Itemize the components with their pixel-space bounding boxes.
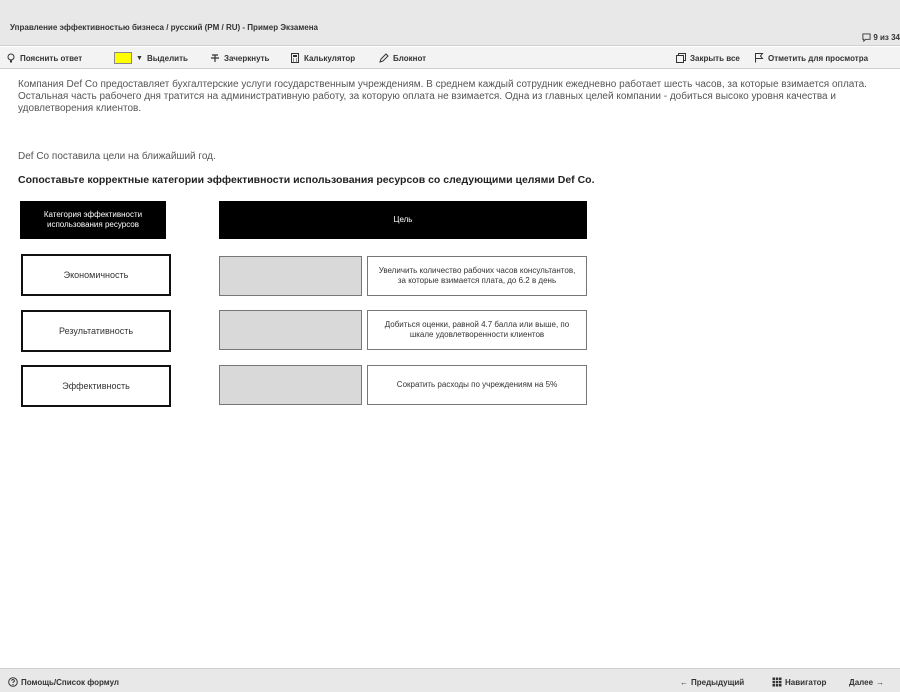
lightbulb-icon (7, 53, 15, 63)
strikethrough-icon (211, 54, 219, 62)
pencil-icon (379, 53, 389, 63)
help-label: Помощь/Список формул (21, 677, 120, 687)
flag-for-review-label: Отметить для просмотра (768, 53, 869, 63)
navigator-label: Навигатор (785, 677, 827, 687)
strikethrough-button[interactable]: Зачеркнуть (210, 51, 269, 65)
goal-1: Увеличить количество рабочих часов консу… (367, 256, 587, 296)
help-button[interactable]: Помощь/Список формул (8, 675, 119, 689)
explain-answer-label: Пояснить ответ (20, 53, 83, 63)
category-economy[interactable]: Экономичность (21, 254, 171, 296)
goal-3: Сократить расходы по учреждениям на 5% (367, 365, 587, 405)
windows-icon (676, 53, 686, 63)
scenario-text: Компания Def Co предоставляет бухгалтерс… (18, 79, 867, 114)
close-all-button[interactable]: Закрыть все (676, 51, 740, 65)
help-icon (8, 677, 18, 687)
category-effectiveness[interactable]: Результативность (21, 310, 171, 352)
question-content: Компания Def Co предоставляет бухгалтерс… (18, 79, 888, 186)
exam-title: Управление эффективностью бизнеса / русс… (10, 23, 318, 32)
category-column-header: Категория эффективности использования ре… (20, 201, 166, 239)
flag-icon (755, 53, 764, 63)
calculator-label: Калькулятор (304, 53, 356, 63)
chevron-down-icon[interactable]: ▼ (136, 55, 143, 62)
highlight-color-swatch[interactable] (114, 52, 132, 64)
page-counter: 9 из 34 (862, 33, 900, 42)
close-all-label: Закрыть все (690, 53, 740, 63)
goal-column-header: Цель (219, 201, 587, 239)
explain-answer-button[interactable]: Пояснить ответ (6, 51, 82, 65)
toolbar: Пояснить ответ ▼ Выделить Зачеркнуть Кал… (0, 47, 900, 69)
drop-zone-1[interactable] (219, 256, 362, 296)
calculator-button[interactable]: Калькулятор (290, 51, 355, 65)
grid-icon (772, 677, 782, 687)
next-button[interactable]: Далее → (849, 675, 884, 689)
arrow-right-icon: → (876, 677, 885, 687)
highlight-label: Выделить (146, 53, 188, 63)
next-label: Далее (849, 677, 874, 687)
category-efficiency[interactable]: Эффективность (21, 365, 171, 407)
page-counter-text: 9 из 34 (873, 33, 900, 42)
notepad-label: Блокнот (393, 53, 427, 63)
previous-button[interactable]: ← Предыдущий (680, 675, 744, 689)
intro-text: Def Co поставила цели на ближайший год. (18, 151, 216, 162)
strikethrough-label: Зачеркнуть (224, 53, 270, 63)
notepad-button[interactable]: Блокнот (379, 51, 426, 65)
arrow-left-icon: ← (680, 677, 688, 687)
previous-label: Предыдущий (691, 677, 745, 687)
navigator-button[interactable]: Навигатор (772, 675, 826, 689)
flag-for-review-button[interactable]: Отметить для просмотра (754, 51, 868, 65)
highlight-button[interactable]: ▼ Выделить (114, 51, 188, 65)
instruction-text: Сопоставьте корректные категории эффекти… (18, 174, 595, 186)
footer-bar: Помощь/Список формул ← Предыдущий Навига… (0, 668, 900, 692)
goal-2: Добиться оценки, равной 4.7 балла или вы… (367, 310, 587, 350)
speech-bubble-icon (862, 33, 871, 42)
drop-zone-2[interactable] (219, 310, 362, 350)
title-bar: Управление эффективностью бизнеса / русс… (0, 0, 900, 46)
drop-zone-3[interactable] (219, 365, 362, 405)
calculator-icon (291, 53, 299, 63)
